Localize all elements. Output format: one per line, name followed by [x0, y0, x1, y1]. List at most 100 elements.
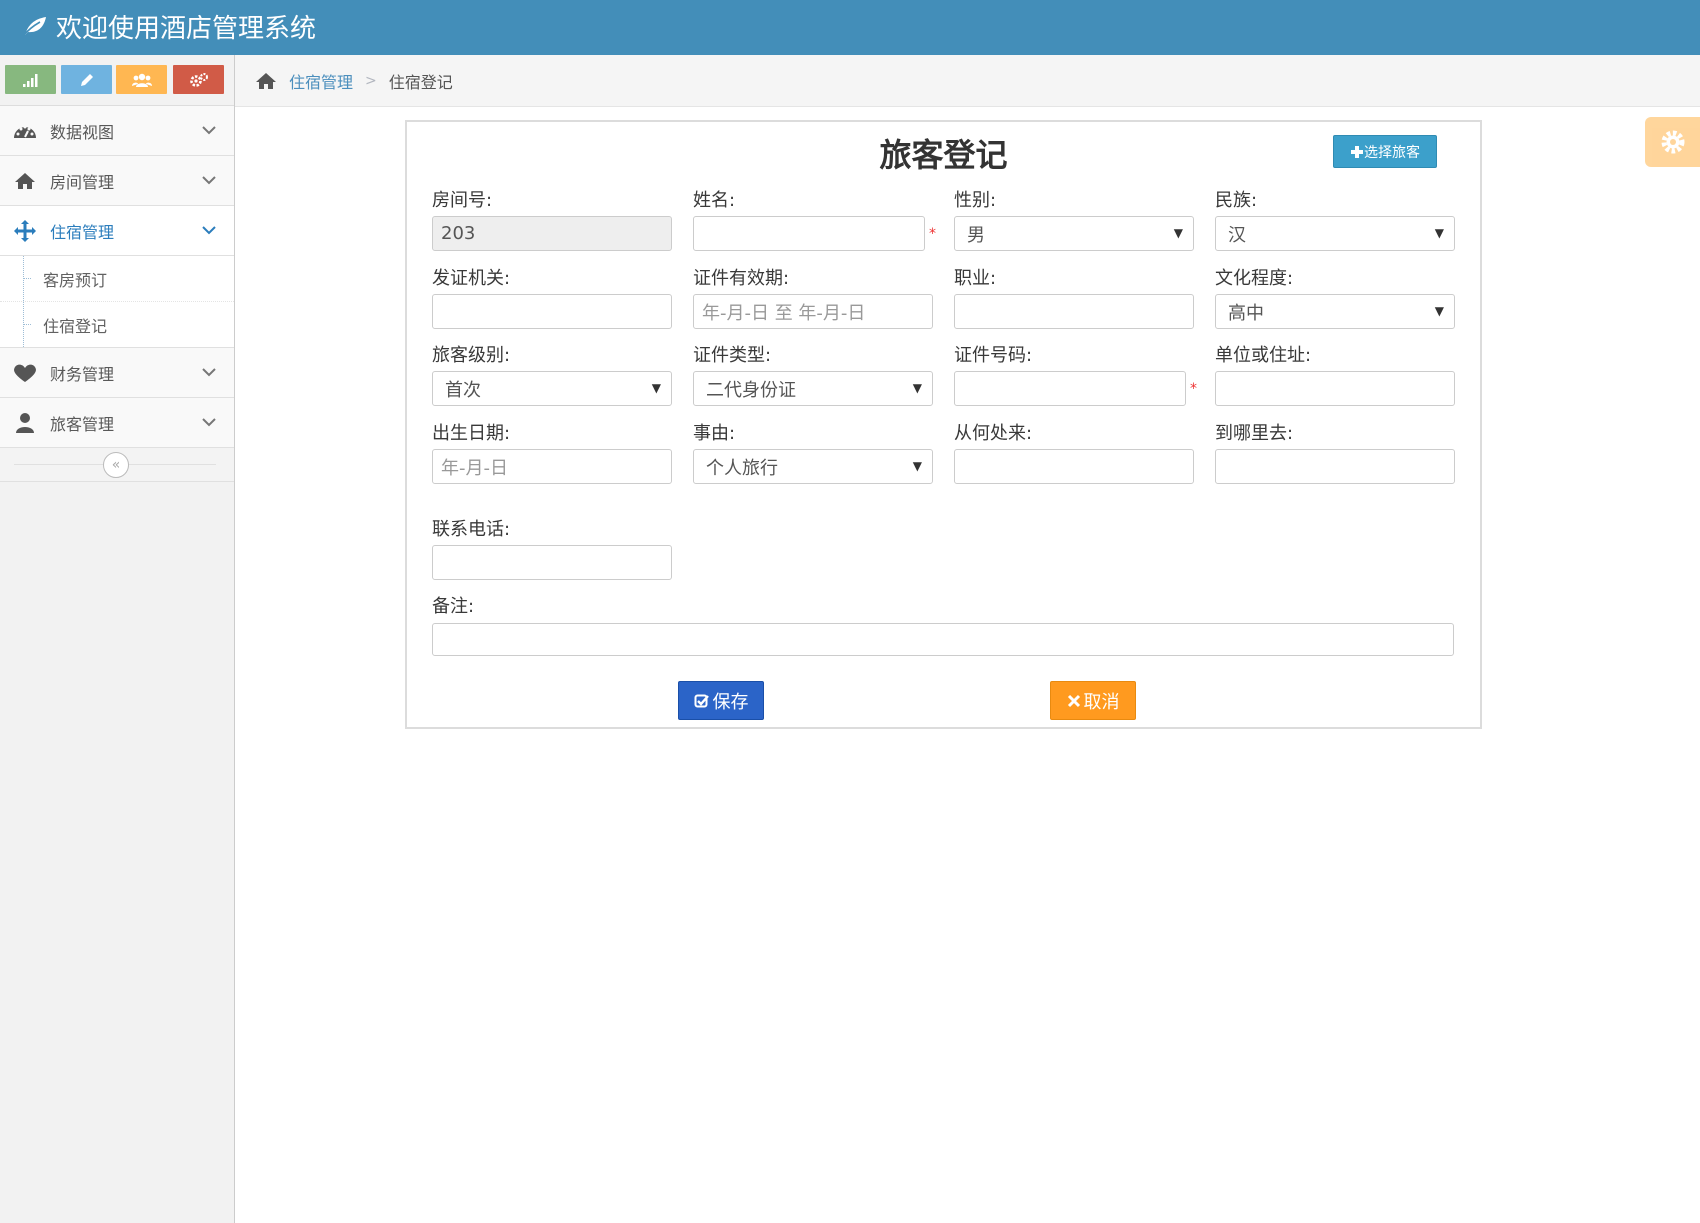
- issuing-authority-field[interactable]: [432, 294, 672, 329]
- gender-value: 男: [967, 224, 985, 246]
- sidebar-shortcuts: [0, 55, 234, 106]
- dropdown-arrow-icon: ▼: [912, 459, 922, 473]
- guest-registration-form: 旅客登记 选择旅客 房间号: 203 姓名: * 性别: 男 ▼ 民族: 汉 ▼…: [405, 120, 1482, 729]
- guest-level-select[interactable]: 首次 ▼: [432, 371, 672, 406]
- issuing-authority-label: 发证机关:: [432, 268, 511, 289]
- reason-value: 个人旅行: [706, 457, 778, 479]
- sidebar-collapse-bar: «: [0, 448, 234, 482]
- sidebar: 数据视图 房间管理 住宿管理 客房预订 住宿登记 财务管理 旅客管理 «: [0, 55, 235, 1223]
- sidebar-subitem-room-booking[interactable]: 客房预订: [0, 256, 234, 302]
- guest-level-label: 旅客级别:: [432, 345, 511, 366]
- name-label: 姓名:: [693, 190, 736, 211]
- sidebar-item-label: 住宿管理: [50, 222, 115, 242]
- education-select[interactable]: 高中 ▼: [1215, 294, 1455, 329]
- breadcrumb-link[interactable]: 住宿管理: [289, 69, 353, 93]
- save-button[interactable]: 保存: [678, 681, 764, 720]
- shortcut-users-button[interactable]: [116, 65, 167, 94]
- dropdown-arrow-icon: ▼: [912, 381, 922, 395]
- guest-level-value: 首次: [445, 379, 481, 401]
- address-label: 单位或住址:: [1215, 345, 1312, 366]
- plus-icon: [1351, 145, 1363, 158]
- home-icon: [15, 173, 35, 189]
- sidebar-item-dashboard[interactable]: 数据视图: [0, 106, 234, 156]
- breadcrumb: 住宿管理 > 住宿登记: [235, 55, 1700, 107]
- reason-label: 事由:: [693, 423, 736, 444]
- user-icon: [16, 413, 34, 433]
- name-field[interactable]: [693, 216, 925, 251]
- breadcrumb-home[interactable]: [255, 72, 277, 90]
- gender-select[interactable]: 男 ▼: [954, 216, 1194, 251]
- sidebar-subitem-label: 客房预订: [43, 270, 108, 290]
- education-value: 高中: [1228, 302, 1264, 324]
- sidebar-item-label: 财务管理: [50, 364, 115, 384]
- cancel-label: 取消: [1083, 691, 1120, 713]
- check-square-icon: [694, 694, 709, 707]
- from-where-field[interactable]: [954, 449, 1194, 484]
- dashboard-icon: [14, 125, 36, 138]
- sidebar-item-accommodation[interactable]: 住宿管理: [0, 206, 234, 256]
- id-number-field[interactable]: [954, 371, 1186, 406]
- sidebar-item-label: 数据视图: [50, 122, 115, 142]
- select-guest-label: 选择旅客: [1364, 144, 1420, 161]
- dropdown-arrow-icon: ▼: [1434, 304, 1444, 318]
- save-label: 保存: [712, 691, 749, 713]
- sidebar-item-guests[interactable]: 旅客管理: [0, 398, 234, 448]
- heart-icon: [14, 364, 36, 382]
- chevron-down-icon: [202, 176, 216, 185]
- signal-icon: [22, 73, 37, 87]
- birth-date-label: 出生日期:: [432, 423, 511, 444]
- id-type-value: 二代身份证: [706, 379, 796, 401]
- occupation-field[interactable]: [954, 294, 1194, 329]
- dropdown-arrow-icon: ▼: [1434, 226, 1444, 240]
- gear-icon: [1661, 130, 1684, 154]
- chevron-down-icon: [202, 226, 216, 235]
- sidebar-item-label: 旅客管理: [50, 414, 115, 434]
- leaf-icon: [22, 17, 46, 37]
- sidebar-item-rooms[interactable]: 房间管理: [0, 156, 234, 206]
- sidebar-collapse-button[interactable]: «: [103, 452, 129, 478]
- settings-button[interactable]: [1645, 117, 1700, 167]
- pencil-icon: [80, 73, 93, 86]
- breadcrumb-separator: >: [365, 72, 377, 89]
- shortcut-settings-button[interactable]: [173, 65, 224, 94]
- sidebar-subitem-check-in[interactable]: 住宿登记: [0, 302, 234, 347]
- required-mark: *: [929, 226, 936, 242]
- room-no-field[interactable]: 203: [432, 216, 672, 251]
- cogs-icon: [189, 72, 208, 87]
- id-validity-label: 证件有效期:: [693, 268, 790, 289]
- to-where-field[interactable]: [1215, 449, 1455, 484]
- id-validity-field[interactable]: 年-月-日 至 年-月-日: [693, 294, 933, 329]
- move-icon: [14, 220, 36, 242]
- sidebar-subitem-label: 住宿登记: [43, 316, 108, 336]
- remarks-label: 备注:: [432, 596, 475, 617]
- ethnicity-value: 汉: [1228, 224, 1246, 246]
- id-type-label: 证件类型:: [693, 345, 772, 366]
- to-where-label: 到哪里去:: [1215, 423, 1294, 444]
- double-chevron-left-icon: «: [111, 457, 121, 473]
- sidebar-item-finance[interactable]: 财务管理: [0, 348, 234, 398]
- cancel-button[interactable]: 取消: [1050, 681, 1136, 720]
- education-label: 文化程度:: [1215, 268, 1294, 289]
- required-mark: *: [1190, 381, 1197, 397]
- select-guest-button[interactable]: 选择旅客: [1333, 135, 1437, 168]
- group-icon: [131, 73, 152, 87]
- top-navbar: 欢迎使用酒店管理系统: [0, 0, 1700, 55]
- room-no-label: 房间号:: [432, 190, 493, 211]
- birth-date-field[interactable]: 年-月-日: [432, 449, 672, 484]
- shortcut-edit-button[interactable]: [61, 65, 112, 94]
- chevron-down-icon: [202, 368, 216, 377]
- shortcut-stats-button[interactable]: [5, 65, 56, 94]
- from-where-label: 从何处来:: [954, 423, 1033, 444]
- close-icon: [1067, 694, 1080, 707]
- id-type-select[interactable]: 二代身份证 ▼: [693, 371, 933, 406]
- form-title: 旅客登记: [879, 136, 1008, 174]
- reason-select[interactable]: 个人旅行 ▼: [693, 449, 933, 484]
- address-field[interactable]: [1215, 371, 1455, 406]
- phone-label: 联系电话:: [432, 519, 511, 540]
- ethnicity-select[interactable]: 汉 ▼: [1215, 216, 1455, 251]
- home-icon: [256, 72, 276, 89]
- chevron-down-icon: [202, 126, 216, 135]
- remarks-field[interactable]: [432, 623, 1454, 656]
- phone-field[interactable]: [432, 545, 672, 580]
- brand[interactable]: 欢迎使用酒店管理系统: [22, 8, 316, 44]
